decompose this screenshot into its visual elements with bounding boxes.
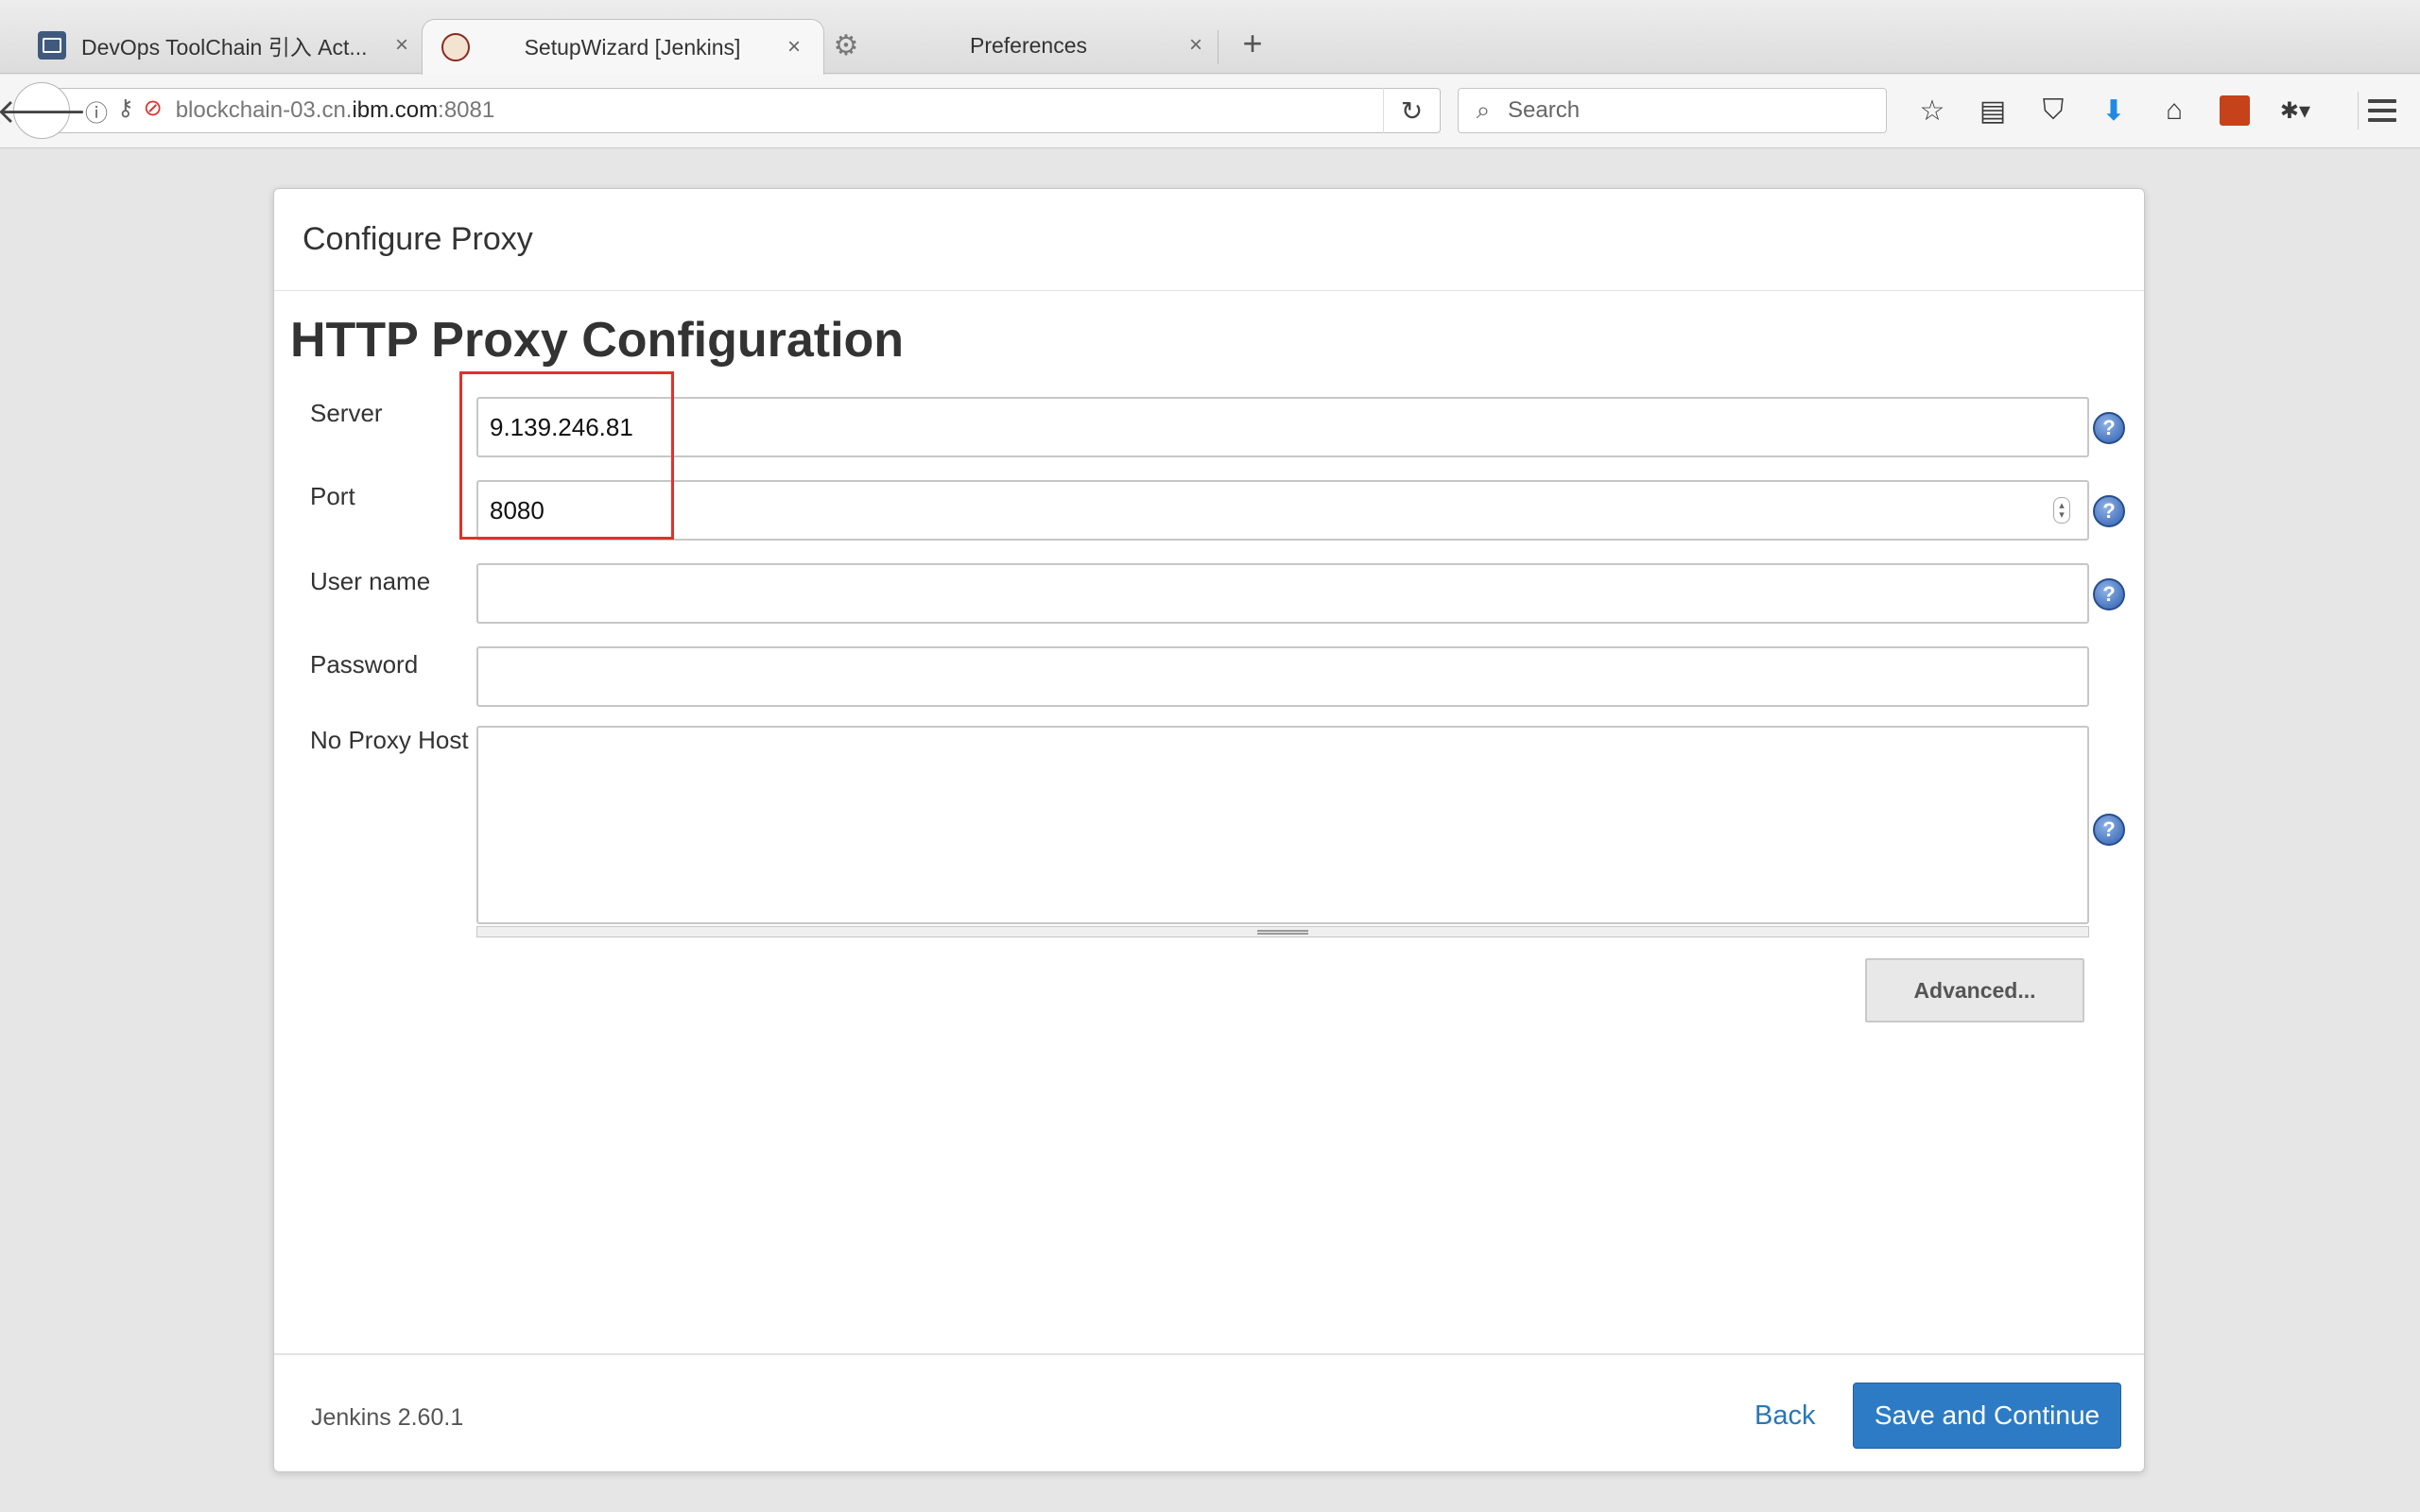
jenkins-version: Jenkins 2.60.1 [311,1404,464,1431]
port-help-icon[interactable]: ? [2093,495,2125,527]
dialog-title: Configure Proxy [302,221,533,257]
url-port: :8081 [438,97,495,123]
tab-setupwizard-jenkins[interactable]: SetupWizard [Jenkins] × [422,19,824,75]
textarea-resize-handle[interactable] [476,926,2089,937]
no-proxy-host-label: No Proxy Host [310,726,469,754]
tab-separator [1218,30,1219,64]
no-proxy-host-textarea[interactable] [476,726,2089,924]
new-tab-button[interactable]: + [1234,25,1271,62]
search-bar[interactable]: ⌕ [1458,88,1887,133]
gear-icon: ⚙ [833,29,859,61]
url-domain: ibm.com [352,97,439,123]
insecure-lock-icon[interactable]: ⊘ [144,94,163,128]
url-text[interactable]: blockchain-03.cn.ibm.com:8081 [176,97,1383,124]
dialog-body: HTTP Proxy Configuration Server ? Port ▴… [274,291,2144,1359]
dialog-footer: Jenkins 2.60.1 Back Save and Continue [274,1353,2144,1472]
no-proxy-host-help-icon[interactable]: ? [2093,814,2125,846]
tab-title: SetupWizard [Jenkins] [524,34,741,60]
username-help-icon[interactable]: ? [2093,578,2125,610]
section-title: HTTP Proxy Configuration [290,313,905,368]
dialog-header: Configure Proxy [274,189,2144,291]
password-label: Password [310,650,419,679]
server-label: Server [310,399,383,427]
toolchain-icon [38,31,66,60]
url-host-prefix: blockchain-03.cn. [175,97,353,123]
server-help-icon[interactable]: ? [2093,412,2125,444]
port-spinner[interactable]: ▴ ▾ [2053,497,2070,524]
tab-devops-toolchain[interactable]: DevOps ToolChain 引入 Act... × [38,17,416,74]
server-input[interactable] [476,397,2089,457]
username-input[interactable] [476,563,2089,624]
port-label: Port [310,482,355,510]
reload-icon[interactable]: ↻ [1383,88,1440,133]
toolbar-icons: ☆ ▤ ⛉ ⬇ ⌂ ✱▾ [1902,88,2325,133]
address-bar[interactable]: ⓘ ⚷ ⊘ blockchain-03.cn.ibm.com:8081 ↻ [57,88,1441,133]
navigation-bar: ⓘ ⚷ ⊘ blockchain-03.cn.ibm.com:8081 ↻ 🡐 … [0,75,2420,148]
pocket-icon[interactable]: ⛉ [2023,88,2083,133]
tab-strip: DevOps ToolChain 引入 Act... × SetupWizard… [0,0,2420,75]
setup-wizard-dialog: Configure Proxy HTTP Proxy Configuration… [273,188,2145,1472]
bookmark-star-icon[interactable]: ☆ [1902,88,1962,133]
password-input[interactable] [476,646,2089,707]
menu-icon[interactable] [2358,92,2399,129]
firebug-icon[interactable]: ✱▾ [2265,88,2325,133]
reading-list-icon[interactable]: ▤ [1962,88,2023,133]
save-and-continue-button[interactable]: Save and Continue [1853,1383,2121,1449]
close-icon[interactable]: × [1182,32,1210,59]
search-input[interactable] [1508,97,1867,124]
tab-title: Preferences [969,32,1087,58]
home-icon[interactable]: ⌂ [2144,88,2204,133]
download-icon[interactable]: ⬇ [2083,88,2144,133]
arrow-left-icon: 🡐 [0,92,88,130]
back-button[interactable]: 🡐 [0,82,87,139]
site-identity-icons[interactable]: ⓘ ⚷ ⊘ [85,94,163,128]
close-icon[interactable]: × [388,32,416,59]
advanced-button[interactable]: Advanced... [1865,958,2084,1022]
port-input[interactable] [476,480,2089,541]
tab-title: DevOps ToolChain 引入 Act... [81,35,368,60]
search-icon: ⌕ [1476,95,1491,124]
jenkins-icon [441,33,470,61]
back-link[interactable]: Back [1754,1400,1815,1432]
close-icon[interactable]: × [780,34,808,60]
info-icon[interactable]: ⓘ [85,94,108,128]
tab-preferences[interactable]: ⚙ Preferences × [832,17,1210,74]
addon-icon[interactable] [2204,88,2265,133]
key-icon[interactable]: ⚷ [117,94,134,128]
username-label: User name [310,567,431,595]
